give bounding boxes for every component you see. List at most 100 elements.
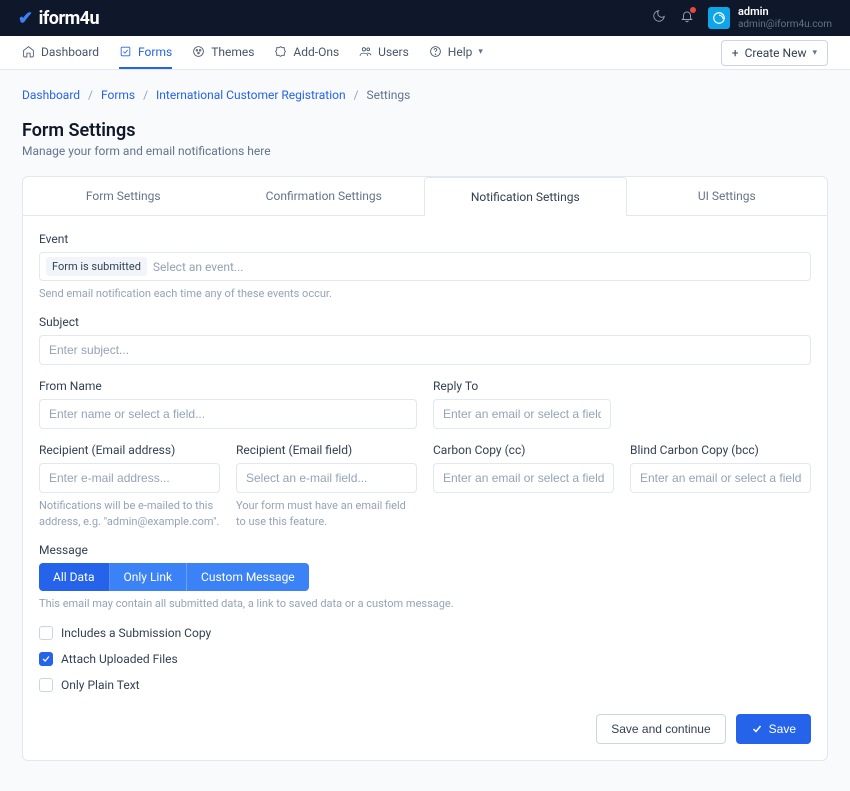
- message-segmented: All Data Only Link Custom Message: [39, 563, 309, 591]
- nav-label: Help: [448, 45, 473, 59]
- check-label: Attach Uploaded Files: [61, 652, 178, 666]
- field-reply-to: Reply To: [433, 379, 611, 429]
- field-recipient-email: Recipient (Email address) Notifications …: [39, 443, 220, 529]
- recipient-field-label: Recipient (Email field): [236, 443, 417, 457]
- nav-dashboard[interactable]: Dashboard: [22, 36, 99, 69]
- from-name-input[interactable]: [39, 399, 417, 429]
- check-submission-copy[interactable]: Includes a Submission Copy: [39, 626, 811, 640]
- check-label: Only Plain Text: [61, 678, 140, 692]
- field-subject: Subject: [39, 315, 811, 365]
- check-attach-uploaded[interactable]: Attach Uploaded Files: [39, 652, 811, 666]
- event-tag[interactable]: Form is submitted: [46, 257, 147, 276]
- nav-forms[interactable]: Forms: [119, 36, 172, 69]
- page-subtitle: Manage your form and email notifications…: [22, 144, 828, 158]
- subject-input[interactable]: [39, 335, 811, 365]
- nav-label: Dashboard: [41, 45, 99, 59]
- checkbox-icon: [39, 652, 53, 666]
- user-text: admin admin@iform4u.com: [738, 6, 832, 29]
- nav-list: Dashboard Forms Themes Add-Ons Users Hel…: [22, 36, 483, 69]
- nav-label: Add-Ons: [293, 45, 339, 59]
- brand-text-b: m: [65, 8, 80, 29]
- checkbox-icon: [39, 678, 53, 692]
- cc-input[interactable]: [433, 463, 614, 493]
- theme-toggle-icon[interactable]: [652, 9, 666, 27]
- create-label: Create New: [745, 46, 807, 60]
- nav-addons[interactable]: Add-Ons: [274, 36, 339, 69]
- nav-themes[interactable]: Themes: [192, 36, 254, 69]
- settings-card: Form Settings Confirmation Settings Noti…: [22, 176, 828, 761]
- col-reply: Reply To: [433, 379, 811, 443]
- field-event: Event Form is submitted Select an event.…: [39, 232, 811, 301]
- card-body: Event Form is submitted Select an event.…: [23, 216, 827, 760]
- plus-icon: +: [732, 46, 739, 60]
- field-message: Message All Data Only Link Custom Messag…: [39, 543, 811, 611]
- chevron-down-icon: ▾: [478, 47, 483, 57]
- create-new-button[interactable]: + Create New ▾: [721, 40, 828, 66]
- message-help: This email may contain all submitted dat…: [39, 596, 811, 611]
- tabs: Form Settings Confirmation Settings Noti…: [23, 177, 827, 216]
- nav-label: Forms: [138, 45, 172, 59]
- user-name: admin: [738, 6, 832, 18]
- breadcrumb-form-name[interactable]: International Customer Registration: [156, 88, 346, 102]
- user-menu[interactable]: admin admin@iform4u.com: [708, 6, 832, 29]
- field-cc: Carbon Copy (cc): [433, 443, 614, 529]
- event-placeholder: Select an event...: [153, 260, 804, 274]
- from-name-label: From Name: [39, 379, 417, 393]
- content: Dashboard / Forms / International Custom…: [0, 70, 850, 791]
- brand-text-d: u: [89, 8, 99, 29]
- notifications-icon[interactable]: [680, 9, 694, 27]
- nav-users[interactable]: Users: [359, 36, 409, 69]
- event-label: Event: [39, 232, 811, 246]
- bcc-input[interactable]: [630, 463, 811, 493]
- topbar-right: admin admin@iform4u.com: [652, 6, 832, 29]
- nav-label: Users: [378, 45, 409, 59]
- cc-label: Carbon Copy (cc): [433, 443, 614, 457]
- event-help: Send email notification each time any of…: [39, 286, 811, 301]
- save-continue-button[interactable]: Save and continue: [596, 714, 725, 744]
- reply-to-input[interactable]: [433, 399, 611, 429]
- user-email: admin@iform4u.com: [738, 19, 832, 30]
- brand-logo[interactable]: ✔ iform4u: [18, 8, 99, 29]
- recipient-email-input[interactable]: [39, 463, 220, 493]
- check-icon: [751, 723, 763, 735]
- field-from-name: From Name: [39, 379, 417, 429]
- recipient-field-help: Your form must have an email field to us…: [236, 498, 417, 529]
- breadcrumb-dashboard[interactable]: Dashboard: [22, 88, 80, 102]
- check-label: Includes a Submission Copy: [61, 626, 211, 640]
- avatar: [708, 7, 730, 29]
- seg-all-data[interactable]: All Data: [39, 563, 110, 591]
- tab-form-settings[interactable]: Form Settings: [23, 177, 224, 215]
- recipient-email-help: Notifications will be e-mailed to this a…: [39, 498, 220, 529]
- field-bcc: Blind Carbon Copy (bcc): [630, 443, 811, 529]
- page-title: Form Settings: [22, 120, 828, 141]
- breadcrumb-forms[interactable]: Forms: [101, 88, 135, 102]
- bcc-label: Blind Carbon Copy (bcc): [630, 443, 811, 457]
- check-only-plain-text[interactable]: Only Plain Text: [39, 678, 811, 692]
- brand-text-a: ifor: [39, 8, 65, 29]
- tab-notification-settings[interactable]: Notification Settings: [424, 177, 627, 216]
- subject-label: Subject: [39, 315, 811, 329]
- navbar: Dashboard Forms Themes Add-Ons Users Hel…: [0, 36, 850, 70]
- footer-actions: Save and continue Save: [39, 714, 811, 744]
- tab-confirmation-settings[interactable]: Confirmation Settings: [224, 177, 425, 215]
- save-button[interactable]: Save: [736, 714, 811, 744]
- save-label: Save: [769, 722, 796, 736]
- row-recipients: Recipient (Email address) Notifications …: [39, 443, 811, 543]
- reply-to-label: Reply To: [433, 379, 611, 393]
- chevron-down-icon: ▾: [812, 48, 817, 58]
- nav-label: Themes: [211, 45, 254, 59]
- logo-check-icon: ✔: [18, 8, 33, 29]
- topbar: ✔ iform4u admin admin@iform4u.com: [0, 0, 850, 36]
- row-from-reply: From Name Reply To: [39, 379, 811, 443]
- brand-text-c: 4: [80, 8, 90, 29]
- tab-ui-settings[interactable]: UI Settings: [627, 177, 828, 215]
- event-input[interactable]: Form is submitted Select an event...: [39, 252, 811, 281]
- recipient-field-input[interactable]: [236, 463, 417, 493]
- seg-custom-message[interactable]: Custom Message: [187, 563, 309, 591]
- nav-help[interactable]: Help ▾: [429, 36, 483, 69]
- message-label: Message: [39, 543, 811, 557]
- field-recipient-field: Recipient (Email field) Your form must h…: [236, 443, 417, 529]
- breadcrumb-current: Settings: [367, 88, 411, 102]
- seg-only-link[interactable]: Only Link: [110, 563, 188, 591]
- notification-dot: [690, 7, 696, 13]
